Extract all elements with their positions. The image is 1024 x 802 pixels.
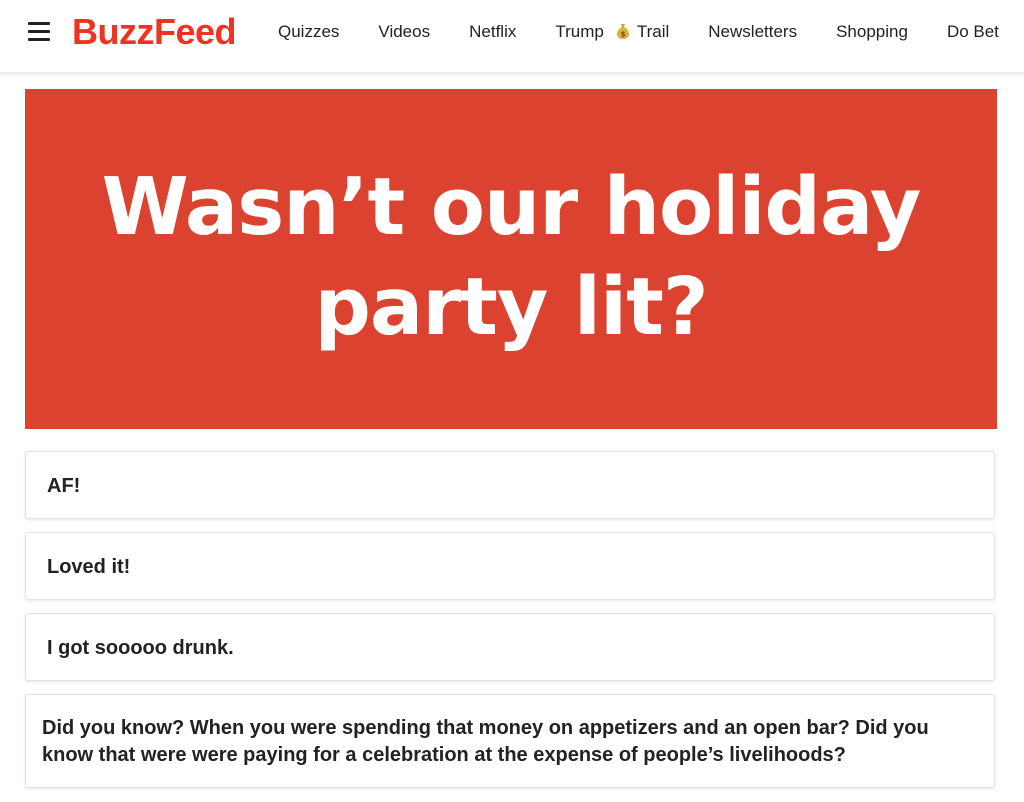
answer-label: Did you know? When you were spending tha… [42,717,929,766]
nav-link-trail-label: Trail [636,22,670,41]
nav-link-newsletters[interactable]: Newsletters [708,22,797,42]
nav-links: Quizzes Videos Netflix Trump $ Trail New… [278,0,1024,64]
quiz-question-line-1: Wasn’t our holiday [101,161,922,253]
quiz-question-image: Wasn’t our holiday party lit? [25,89,997,429]
answer-label: AF! [47,475,81,497]
money-bag-icon: $ [616,23,629,39]
buzzfeed-logo[interactable]: BuzzFeed [72,10,237,54]
hamburger-menu-icon[interactable] [28,22,50,42]
answer-label: I got sooooo drunk. [47,637,234,659]
answer-option-2[interactable]: Loved it! [25,532,995,600]
answer-option-3[interactable]: I got sooooo drunk. [25,613,995,681]
nav-link-videos[interactable]: Videos [378,22,430,42]
answer-option-1[interactable]: AF! [25,451,995,519]
answer-option-4[interactable]: Did you know? When you were spending tha… [25,694,995,788]
nav-link-trump-label: Trump [555,22,604,41]
svg-text:$: $ [620,30,625,38]
quiz-question-line-2: party lit? [314,261,708,353]
top-navigation-bar: BuzzFeed Quizzes Videos Netflix Trump $ … [0,0,1024,73]
nav-link-trump-trail[interactable]: Trump $ Trail [555,22,669,42]
quiz-question-text: Wasn’t our holiday party lit? [25,157,997,357]
nav-link-do-bet[interactable]: Do Bet [947,22,999,42]
nav-link-netflix[interactable]: Netflix [469,22,516,42]
nav-link-quizzes[interactable]: Quizzes [278,22,339,42]
answer-label: Loved it! [47,556,131,578]
nav-link-shopping[interactable]: Shopping [836,22,908,42]
